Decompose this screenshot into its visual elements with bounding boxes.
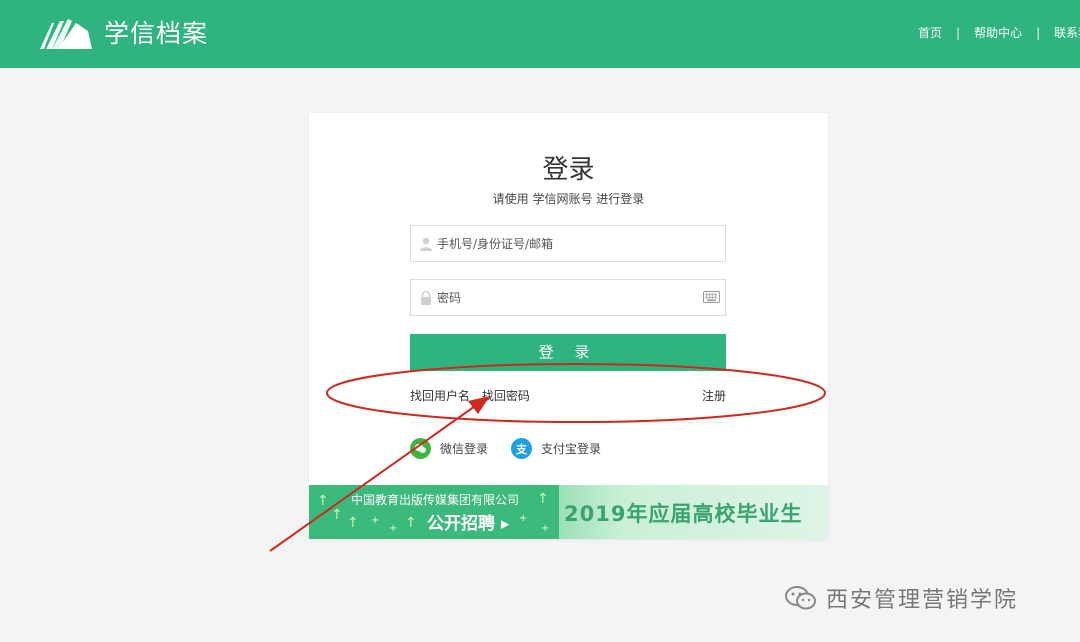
annotation-overlay (269, 363, 826, 552)
highlight-ellipse (326, 363, 826, 423)
pointer-arrow-line (269, 403, 479, 552)
watermark-text: 西安管理营销学院 (826, 588, 1019, 613)
wechat-watermark-icon (785, 586, 816, 610)
pointer-arrowhead (468, 396, 490, 414)
watermark: 西安管理营销学院 (784, 582, 1018, 614)
